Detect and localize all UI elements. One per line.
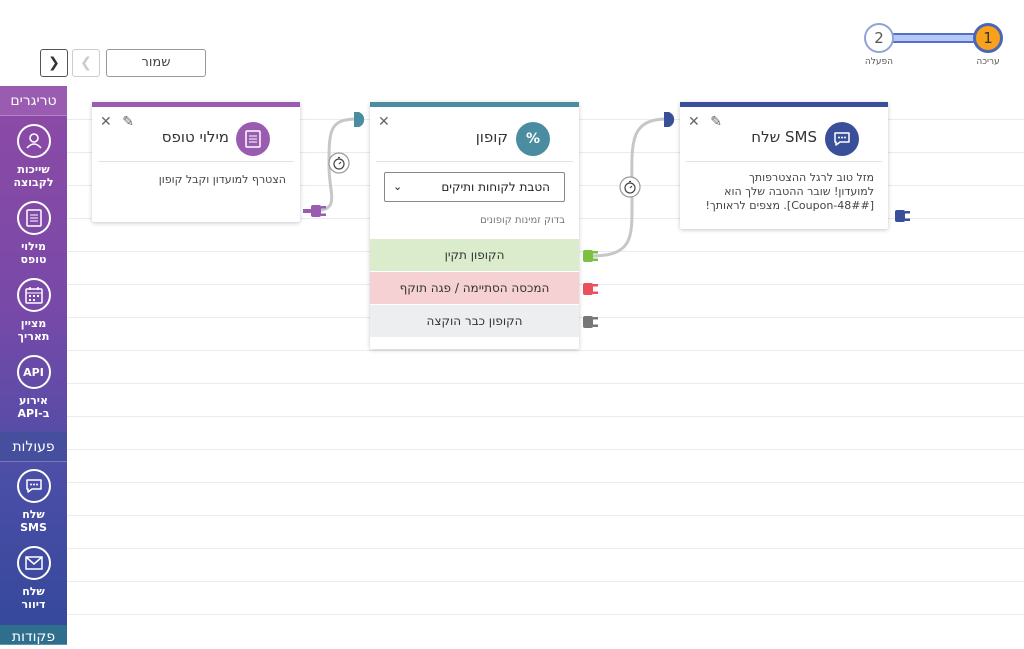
check-availability-link[interactable]: בדוק זמינות קופונים bbox=[385, 214, 565, 228]
plug-icon-sms-output[interactable] bbox=[895, 210, 910, 222]
sidebar-label: API-ב bbox=[17, 407, 50, 420]
sidebar-item-form[interactable]: מילוי טופס bbox=[0, 201, 67, 266]
form-icon bbox=[16, 201, 51, 235]
sidebar-section-actions: פעולות bbox=[0, 432, 67, 462]
card-title: מילוי טופס bbox=[161, 128, 229, 146]
close-icon[interactable]: ✕ bbox=[688, 114, 700, 130]
step-activation-label: הפעלה bbox=[864, 57, 894, 67]
plug-icon-coupon-expired[interactable] bbox=[583, 283, 598, 295]
node-card-form[interactable]: ✕ ✎ מילוי טופס הצטרף למועדון וקבל קופון bbox=[92, 102, 300, 222]
stepper-progress-line bbox=[892, 33, 976, 43]
sidebar-label: מציין bbox=[20, 317, 47, 330]
group-membership-icon bbox=[16, 124, 51, 158]
chevron-down-icon: ⌄ bbox=[393, 180, 403, 193]
sms-message-line: [##Coupon-48]. מצפים לראותך! bbox=[705, 199, 874, 212]
calendar-icon bbox=[16, 278, 51, 312]
sidebar: טריגרים שייכות לקבוצה מילוי טופס מציין תארי… bbox=[0, 86, 67, 645]
card-title: קופון bbox=[475, 128, 508, 146]
step-editing-label: עריכה bbox=[976, 57, 1000, 67]
plug-icon-coupon-used[interactable] bbox=[583, 316, 598, 328]
outcome-expired[interactable]: המכסה הסתיימה / פגה תוקף bbox=[370, 272, 579, 304]
sms-message: מזל טוב לרגל ההצטרפותך למועדון! שובר ההט… bbox=[684, 171, 874, 213]
sidebar-item-date[interactable]: מציין תאריך bbox=[0, 278, 67, 343]
step-activation[interactable]: 2 bbox=[864, 23, 894, 53]
select-value: הטבת לקוחות ותיקים bbox=[441, 180, 550, 194]
coupon-pool-select[interactable]: הטבת לקוחות ותיקים ⌄ bbox=[384, 172, 565, 202]
card-accent bbox=[92, 102, 300, 107]
sms-icon bbox=[16, 469, 51, 503]
card-controls: ✕ ✎ bbox=[100, 114, 134, 130]
chevron-right-icon[interactable]: ❯ bbox=[40, 49, 68, 77]
mail-icon bbox=[16, 546, 51, 580]
sms-icon bbox=[825, 122, 859, 156]
save-button[interactable]: שמור bbox=[106, 49, 206, 77]
form-icon bbox=[236, 122, 270, 156]
card-accent bbox=[680, 102, 888, 107]
sidebar-item-send-mail[interactable]: שלח דיוור bbox=[0, 546, 67, 611]
sms-message-line: מזל טוב לרגל ההצטרפותך bbox=[748, 171, 874, 184]
card-divider bbox=[98, 161, 294, 162]
sidebar-section-conditions: פקודות bbox=[0, 625, 67, 645]
timer-icon[interactable] bbox=[619, 176, 641, 198]
card-divider bbox=[686, 161, 882, 162]
card-accent bbox=[370, 102, 579, 107]
input-socket-sms[interactable] bbox=[664, 112, 675, 127]
sidebar-label: תאריך bbox=[17, 330, 50, 343]
card-title: שלח SMS bbox=[751, 128, 817, 146]
sidebar-item-send-sms[interactable]: שלח SMS bbox=[0, 469, 67, 534]
workflow-canvas[interactable]: ✕ ✎ מילוי טופס הצטרף למועדון וקבל קופון … bbox=[67, 86, 1024, 645]
sidebar-label: אירוע bbox=[19, 394, 48, 407]
api-icon: API bbox=[16, 355, 51, 389]
pencil-icon[interactable]: ✎ bbox=[122, 114, 134, 130]
chevron-left-icon[interactable]: ❮ bbox=[72, 49, 100, 77]
sidebar-section-triggers: טריגרים bbox=[0, 86, 67, 116]
sidebar-label: טופס bbox=[20, 253, 47, 266]
input-socket-coupon[interactable] bbox=[354, 112, 365, 127]
sms-message-line: למועדון! שובר ההטבה שלך הוא bbox=[724, 185, 874, 198]
card-controls: ✕ ✎ bbox=[688, 114, 722, 130]
sidebar-label: SMS bbox=[20, 521, 47, 534]
pencil-icon[interactable]: ✎ bbox=[710, 114, 722, 130]
close-icon[interactable]: ✕ bbox=[378, 114, 390, 130]
sidebar-label: שייכות bbox=[17, 163, 50, 176]
step-editing[interactable]: 1 bbox=[973, 23, 1003, 53]
card-divider bbox=[376, 161, 573, 162]
sidebar-item-api-event[interactable]: API אירוע API-ב bbox=[0, 355, 67, 420]
card-controls: ✕ bbox=[378, 114, 390, 130]
node-card-sms[interactable]: ✕ ✎ שלח SMS מזל טוב לרגל ההצטרפותך למועד… bbox=[680, 102, 888, 229]
percent-icon: % bbox=[516, 122, 550, 156]
top-bar: ❯ ❮ שמור 2 1 הפעלה עריכה bbox=[0, 0, 1024, 86]
close-icon[interactable]: ✕ bbox=[100, 114, 112, 130]
sidebar-label: לקבוצה bbox=[13, 176, 54, 189]
timer-icon[interactable] bbox=[328, 152, 350, 174]
node-card-coupon[interactable]: ✕ קופון % הטבת לקוחות ותיקים ⌄ בדוק זמינ… bbox=[370, 102, 579, 349]
sidebar-label: שלח bbox=[22, 585, 45, 598]
outcome-valid[interactable]: הקופון תקין bbox=[370, 239, 579, 271]
sidebar-label: שלח bbox=[22, 508, 45, 521]
sidebar-label: מילוי bbox=[21, 240, 46, 253]
outcome-already-assigned[interactable]: הקופון כבר הוקצה bbox=[370, 305, 579, 337]
sidebar-item-group-membership[interactable]: שייכות לקבוצה bbox=[0, 124, 67, 189]
card-description: הצטרף למועדון וקבל קופון bbox=[158, 173, 286, 186]
sidebar-label: דיוור bbox=[21, 598, 46, 611]
